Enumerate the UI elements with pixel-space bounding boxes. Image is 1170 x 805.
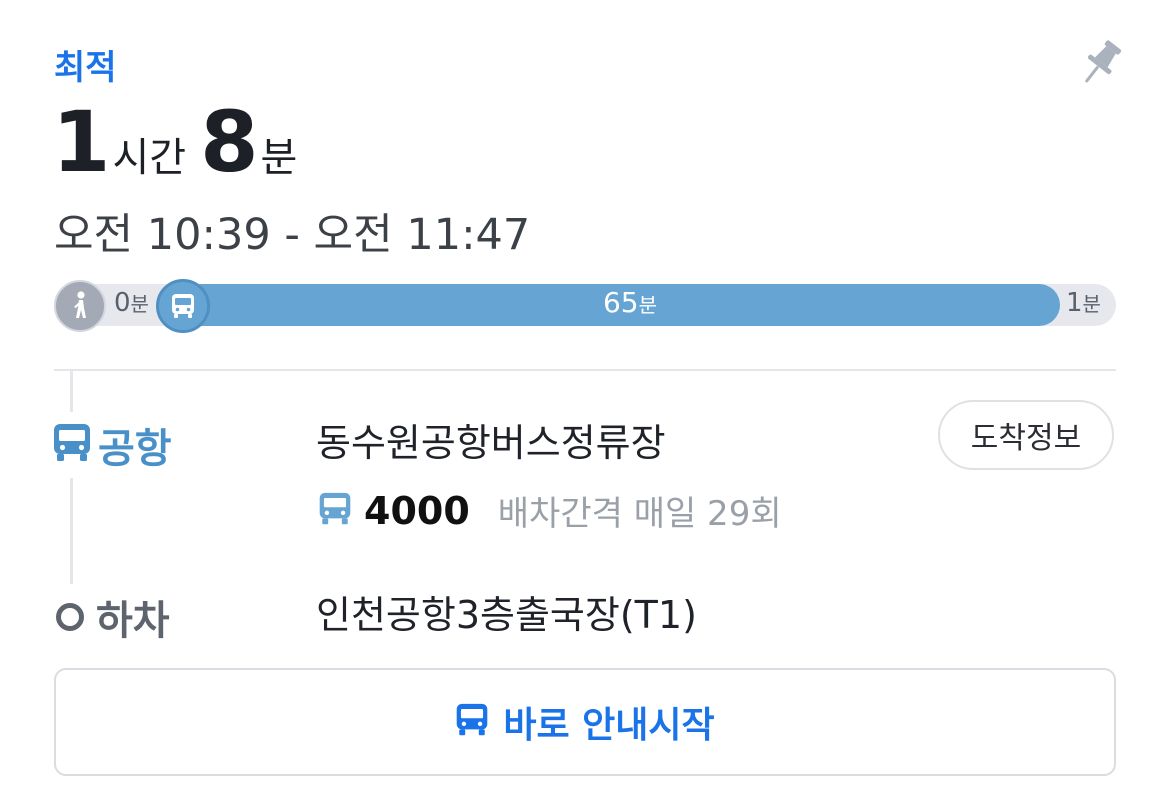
alight-label: 하차 (96, 598, 170, 644)
alight-step: 하차 (56, 584, 170, 650)
bus-route-number: 4000 (364, 488, 470, 533)
bus-icon (318, 491, 352, 531)
route-connector-line (70, 371, 73, 601)
board-step: 공항 (52, 412, 172, 478)
pin-icon[interactable] (1076, 36, 1124, 92)
duration-hours-unit: 시간 (112, 135, 187, 181)
tail-minutes: 1분 (1066, 288, 1101, 318)
bus-route-info[interactable]: 4000 배차간격 매일 29회 (318, 486, 782, 535)
bus-icon (455, 702, 489, 742)
route-badge: 최적 (54, 48, 117, 88)
duration-minutes: 8 (200, 93, 258, 191)
total-duration: 1 시간 8 분 (52, 100, 311, 184)
walk-icon (54, 280, 106, 332)
start-navigation-button[interactable]: 바로 안내시작 (54, 668, 1116, 776)
walk-minutes: 0분 (114, 288, 149, 318)
divider (54, 369, 1116, 371)
bus-interval: 배차간격 매일 29회 (497, 494, 782, 534)
board-label: 공항 (98, 426, 172, 472)
duration-minutes-unit: 분 (260, 135, 298, 181)
bus-icon (156, 279, 210, 333)
board-station-name[interactable]: 동수원공항버스정류장 (316, 412, 666, 467)
bus-icon (52, 422, 92, 468)
alight-circle-icon (56, 603, 84, 631)
time-range: 오전 10:39 - 오전 11:47 (54, 210, 531, 260)
start-navigation-label: 바로 안내시작 (503, 705, 715, 746)
alight-station-name[interactable]: 인천공항3층출국장(T1) (316, 584, 697, 639)
arrival-info-button[interactable]: 도착정보 (938, 400, 1114, 470)
duration-hours: 1 (52, 93, 110, 191)
bus-minutes: 65분 (602, 286, 658, 319)
